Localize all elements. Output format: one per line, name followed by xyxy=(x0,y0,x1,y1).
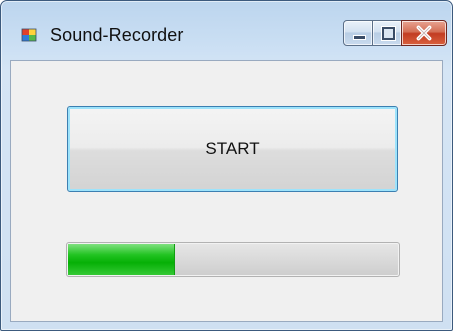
start-button[interactable]: START xyxy=(67,106,398,192)
close-button[interactable] xyxy=(401,20,447,46)
maximize-icon xyxy=(382,27,395,40)
window-title: Sound-Recorder xyxy=(50,25,184,45)
caption-buttons xyxy=(343,20,447,50)
maximize-button[interactable] xyxy=(372,20,402,46)
client-area: START xyxy=(10,60,443,322)
title-bar[interactable]: Sound-Recorder xyxy=(1,1,452,46)
recording-progress-bar xyxy=(66,242,400,277)
close-icon xyxy=(416,25,432,41)
minimize-button[interactable] xyxy=(343,20,373,46)
progress-fill xyxy=(68,244,175,275)
minimize-icon xyxy=(353,35,366,40)
app-window: Sound-Recorder START xyxy=(0,0,453,331)
app-window-icon xyxy=(21,28,37,42)
